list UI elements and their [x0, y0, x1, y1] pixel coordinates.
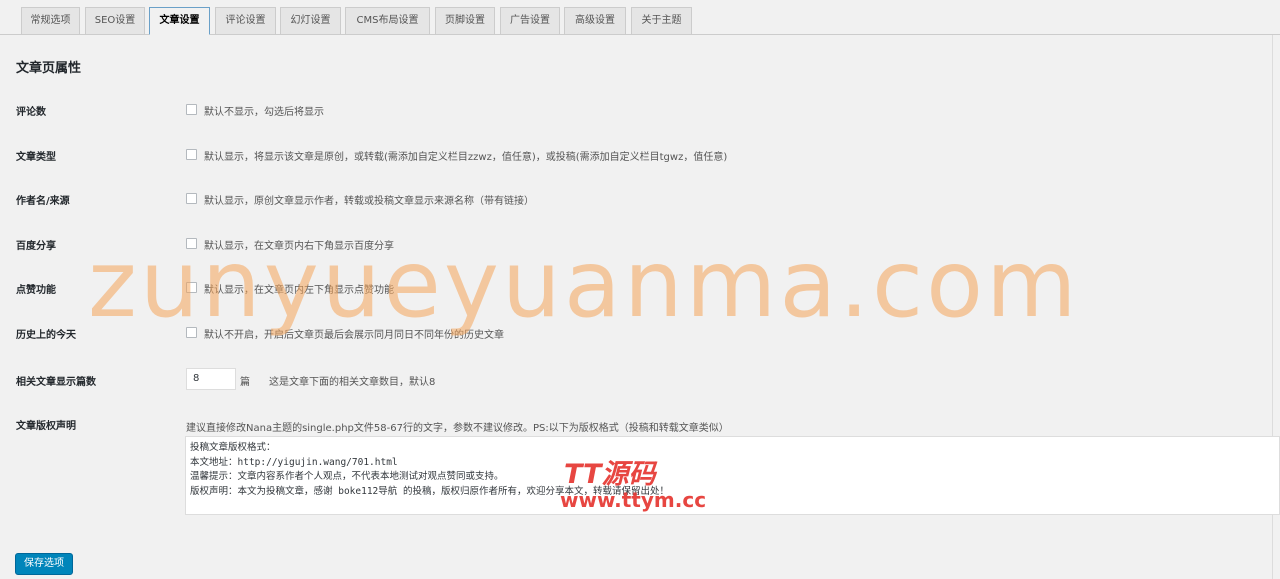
option-desc-post-type: 默认显示，将显示该文章是原创，或转载(需添加自定义栏目zzwz，值任意)，或投稿… — [204, 152, 728, 163]
tab-advanced[interactable]: 高级设置 — [564, 7, 626, 34]
option-label-author-source: 作者名/来源 — [16, 196, 70, 207]
tab-comments[interactable]: 评论设置 — [215, 7, 276, 34]
option-checkbox-comment-count[interactable] — [186, 104, 197, 115]
copyright-label: 文章版权声明 — [16, 421, 76, 432]
copyright-line: 本文地址：http://yigujin.wang/701.html — [190, 456, 398, 468]
related-posts-description: 这是文章下面的相关文章数目，默认8 — [269, 377, 436, 388]
copyright-hint: 建议直接修改Nana主题的single.php文件58-67行的文字，参数不建议… — [186, 423, 729, 434]
option-label-baidu-share: 百度分享 — [16, 241, 56, 252]
tab-post-settings[interactable]: 文章设置 — [149, 7, 210, 35]
tab-general[interactable]: 常规选项 — [21, 7, 80, 34]
option-label-like: 点赞功能 — [16, 285, 56, 296]
option-checkbox-like[interactable] — [186, 282, 197, 293]
option-desc-like: 默认显示，在文章页内左下角显示点赞功能 — [204, 285, 394, 296]
option-checkbox-author-source[interactable] — [186, 193, 197, 204]
copyright-textarea[interactable]: 投稿文章版权格式： 本文地址：http://yigujin.wang/701.h… — [185, 436, 1280, 515]
option-label-history-today: 历史上的今天 — [16, 330, 76, 341]
copyright-line: 版权声明：本文为投稿文章，感谢 boke112导航 的投稿，版权归原作者所有，欢… — [190, 485, 669, 497]
settings-tab-bar: 常规选项 SEO设置 文章设置 评论设置 幻灯设置 CMS布局设置 页脚设置 广… — [0, 0, 1280, 35]
option-checkbox-post-type[interactable] — [186, 149, 197, 160]
tab-ads[interactable]: 广告设置 — [500, 7, 560, 34]
tab-seo[interactable]: SEO设置 — [85, 7, 145, 34]
option-desc-author-source: 默认显示，原创文章显示作者，转载或投稿文章显示来源名称（带有链接） — [204, 196, 534, 207]
save-options-button[interactable]: 保存选项 — [15, 553, 73, 575]
option-desc-history-today: 默认不开启，开启后文章页最后会展示同月同日不同年份的历史文章 — [204, 330, 504, 341]
related-posts-count-input[interactable]: 8 — [186, 368, 236, 390]
copyright-line: 温馨提示：文章内容系作者个人观点，不代表本地测试对观点赞同或支持。 — [190, 471, 504, 482]
copyright-line: 投稿文章版权格式： — [190, 442, 276, 453]
option-label-comment-count: 评论数 — [16, 107, 46, 118]
related-posts-unit: 篇 — [240, 377, 250, 388]
option-desc-comment-count: 默认不显示，勾选后将显示 — [204, 107, 324, 118]
option-desc-baidu-share: 默认显示，在文章页内右下角显示百度分享 — [204, 241, 394, 252]
related-posts-label: 相关文章显示篇数 — [16, 377, 96, 388]
option-label-post-type: 文章类型 — [16, 152, 56, 163]
tab-slider[interactable]: 幻灯设置 — [280, 7, 341, 34]
option-checkbox-history-today[interactable] — [186, 327, 197, 338]
option-checkbox-baidu-share[interactable] — [186, 238, 197, 249]
tab-cms-layout[interactable]: CMS布局设置 — [345, 7, 430, 34]
tab-about-theme[interactable]: 关于主题 — [631, 7, 692, 34]
section-title: 文章页属性 — [16, 61, 82, 76]
tab-footer[interactable]: 页脚设置 — [435, 7, 495, 34]
